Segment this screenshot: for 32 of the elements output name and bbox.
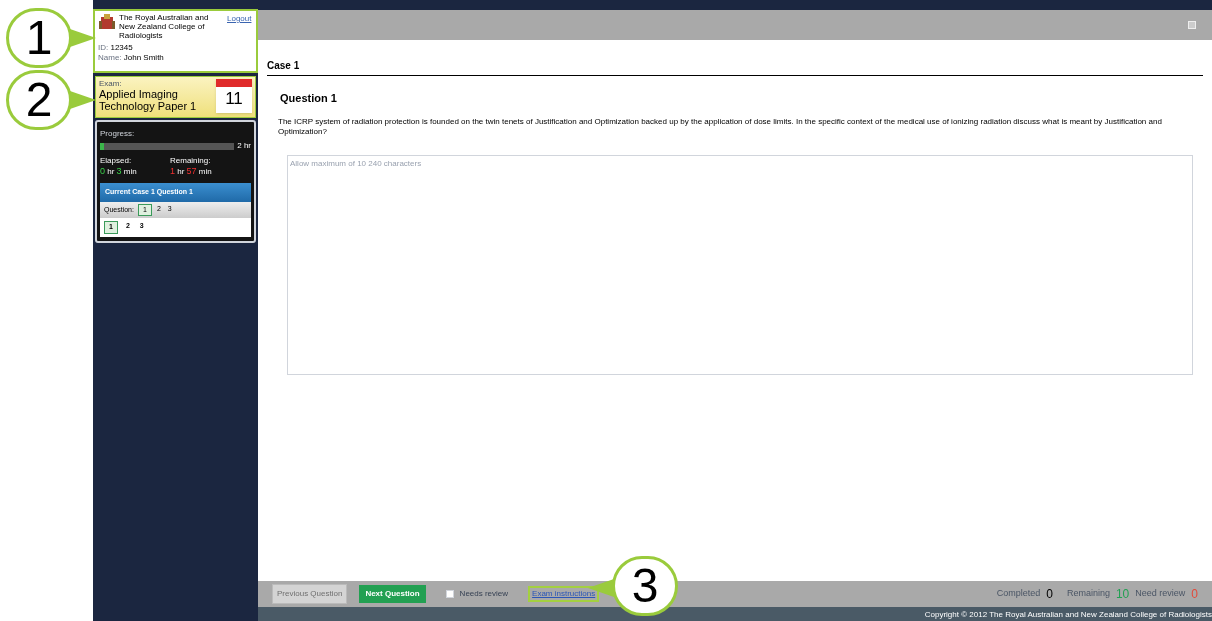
needs-review-label: Needs review: [459, 588, 509, 600]
callout-marker: 2: [6, 70, 72, 130]
question-title: Question 1: [280, 91, 338, 106]
name-value: John Smith: [123, 53, 164, 62]
need-review-label: Need review: [1135, 587, 1186, 601]
need-review-count: 0: [1191, 586, 1198, 603]
total-time: 2 hr: [237, 140, 251, 152]
progress-label: Progress:: [100, 128, 136, 140]
completed-label: Completed: [996, 587, 1041, 601]
crest-icon: [98, 13, 116, 31]
name-label: Name:: [98, 53, 122, 62]
remaining-label: Remaining: [1066, 587, 1110, 601]
calendar-icon: 11: [216, 79, 252, 113]
copyright-text: Copyright © 2012 The Royal Australian and New Zealand College of Radiologists: [924, 609, 1212, 621]
print-icon[interactable]: [1188, 21, 1196, 29]
id-label: ID:: [98, 43, 109, 52]
remaining-time: 1 hr 57 min: [170, 166, 212, 177]
answer-field[interactable]: Allow maximum of 10 240 characters: [287, 154, 1193, 375]
logout-link[interactable]: Logout: [227, 13, 252, 25]
college-name: The Royal Australian and New Zealand College of Radiologists: [119, 13, 210, 40]
elapsed-label: Elapsed:: [100, 156, 133, 166]
exam-label: Exam:: [99, 79, 123, 88]
case-title: Case 1: [267, 58, 1203, 76]
completed-count: 0: [1046, 586, 1053, 603]
question-text: The ICRP system of radiation protection is founded on the twin tenets of Justification and Optimization backed up by the application of dose limits. In the specific context of the medical use of ionizing radiation discuss what is meant by Justification and Optimization?: [278, 116, 1163, 137]
callout-marker: 1: [6, 8, 72, 68]
remaining-label: Remaining:: [170, 156, 212, 166]
id-value: 12345: [110, 43, 133, 52]
needs-review-checkbox[interactable]: [445, 590, 454, 598]
exam-title: Applied Imaging Technology Paper 1: [99, 88, 198, 112]
remaining-count: 10: [1115, 586, 1130, 603]
elapsed-time: 0 hr 3 min: [100, 166, 138, 177]
